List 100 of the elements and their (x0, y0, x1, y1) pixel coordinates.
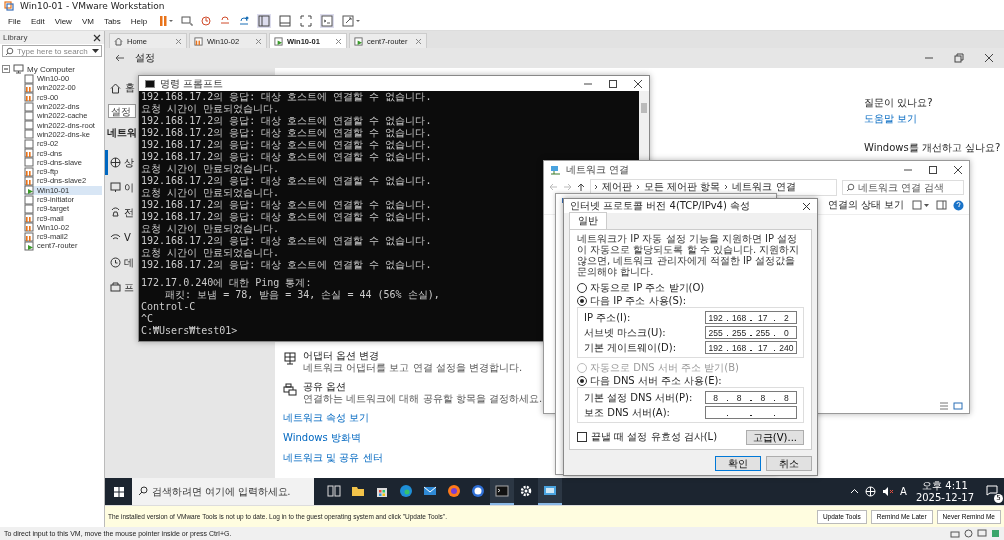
dialog-button[interactable]: 확인 (715, 456, 761, 472)
globe-icon (110, 157, 121, 169)
globe-icon[interactable] (865, 486, 877, 498)
ip-address-field[interactable] (705, 406, 797, 420)
menu-item[interactable]: View (50, 16, 76, 26)
menu-item[interactable]: File (4, 16, 25, 26)
speaker-muted-icon[interactable] (882, 486, 895, 498)
help-icon[interactable] (953, 199, 964, 211)
ip-address-field[interactable]: 192 168 17 240 (705, 341, 797, 355)
up-arrow-icon[interactable] (577, 182, 585, 192)
console-line: 192.168.17.2의 응답: 대상 호스트에 연결할 수 없습니다. (141, 115, 432, 128)
nav-item[interactable]: 홈 (125, 81, 135, 96)
option-title[interactable]: 공유 옵션 (303, 381, 543, 394)
close-icon[interactable] (984, 53, 994, 64)
start-icon[interactable] (114, 486, 124, 497)
ip-address-field[interactable]: 8 8 8 8 (705, 391, 797, 405)
back-arrow-icon[interactable] (115, 54, 125, 63)
notification-icon[interactable] (986, 485, 998, 497)
stretch-icon[interactable] (341, 14, 362, 28)
input-mode-indicator[interactable]: A (900, 486, 907, 498)
console-line: 192.168.17.2의 응답: 대상 호스트에 연결할 수 없습니다. (141, 151, 432, 164)
option-description: 네트워크 어댑터를 보고 연결 설정을 변경합니다. (303, 362, 523, 375)
terminal-icon (145, 79, 155, 88)
settings-link[interactable]: 네트워크 속성 보기 (283, 412, 370, 425)
full-screen-icon[interactable] (299, 14, 314, 28)
console-icon[interactable] (320, 14, 335, 28)
thumbnail-view-icon[interactable] (278, 14, 293, 28)
taskbar-search-field[interactable]: 검색하려면 여기에 입력하세요. (132, 478, 314, 506)
menu-item[interactable]: Help (126, 16, 152, 26)
view-options-icon[interactable] (912, 200, 930, 211)
pause-icon[interactable] (158, 15, 175, 27)
ip-address-field[interactable]: 192 168 17 2 (705, 311, 797, 325)
radio-button[interactable] (577, 375, 587, 386)
close-icon[interactable] (953, 164, 963, 175)
tree-item[interactable]: My Computer (27, 64, 75, 74)
home-icon (114, 36, 123, 46)
ip-address-field[interactable]: 255 255 255 0 (705, 326, 797, 340)
library-view-icon[interactable] (257, 14, 272, 28)
close-icon[interactable] (802, 201, 811, 211)
help-link[interactable]: 도움말 보기 (864, 113, 918, 126)
option-title[interactable]: 어댑터 옵션 변경 (303, 350, 523, 363)
search-field[interactable]: 설정 (108, 104, 136, 119)
search-field[interactable]: Type here to search (2, 45, 102, 57)
app-logo-icon (4, 1, 14, 11)
nav-item[interactable]: 전 (105, 200, 135, 226)
dialog-tab[interactable]: 일반 (569, 212, 607, 230)
dialog-button[interactable]: 취소 (766, 456, 812, 472)
send-keys-icon[interactable] (181, 15, 194, 27)
network-taskbar-icon[interactable] (538, 478, 562, 506)
close-icon[interactable] (633, 78, 643, 89)
message-icon[interactable] (991, 529, 1000, 538)
menu-item[interactable]: Tabs (99, 16, 125, 26)
library-title: Library (3, 33, 28, 42)
window-title: 명령 프롬프트 (160, 76, 224, 91)
console-line: 172.17.0.240에 대한 Ping 통계: (141, 277, 312, 290)
nav-item[interactable]: 상 (105, 150, 135, 176)
toolbar-command[interactable]: 연결의 상태 보기 (827, 198, 904, 213)
cd-icon[interactable] (964, 529, 973, 538)
console-line: 192.168.17.2의 응답: 대상 호스트에 연결할 수 없습니다. (141, 211, 432, 224)
maximize-icon[interactable] (928, 164, 938, 175)
large-icons-view-icon[interactable] (953, 402, 963, 411)
field-label: 보조 DNS 서버(A): (584, 405, 670, 420)
radio-label: 다음 DNS 서버 주소 사용(E): (590, 373, 722, 388)
snapshot-manager-icon[interactable] (238, 15, 251, 27)
console-line: 192.168.17.2의 응답: 대상 호스트에 연결할 수 없습니다. (141, 139, 432, 152)
console-line: 요청 시간이 만료되었습니다. (141, 223, 280, 236)
console-line: 192.168.17.2의 응답: 대상 호스트에 연결할 수 없습니다. (141, 199, 432, 212)
radio-button[interactable] (577, 282, 587, 293)
settings-link[interactable]: 네트워크 및 공유 센터 (283, 452, 383, 465)
search-icon (846, 182, 855, 192)
nav-item[interactable]: V (105, 225, 135, 251)
network-adapter-icon[interactable] (977, 529, 987, 538)
radio-label: 다음 IP 주소 사용(S): (590, 293, 687, 308)
menu-item[interactable]: Edit (26, 16, 49, 26)
close-icon[interactable] (93, 33, 101, 42)
computer-icon (13, 64, 24, 74)
nav-item[interactable]: 데 (105, 250, 135, 276)
preview-pane-icon[interactable] (936, 200, 947, 211)
taskbar-date[interactable]: 2025-12-17 (915, 491, 974, 504)
revert-icon[interactable] (219, 15, 232, 27)
advanced-button[interactable]: 고급(V)... (745, 429, 804, 445)
radio-button[interactable] (577, 295, 587, 306)
terminal-taskbar-icon[interactable] (490, 478, 514, 506)
restore-icon[interactable] (954, 53, 964, 64)
menu-item[interactable]: VM (77, 16, 98, 26)
settings-link[interactable]: Windows 방화벽 (283, 432, 361, 445)
radio-label: 자동으로 DNS 서버 주소 받기(B) (590, 360, 739, 375)
window-title: 네트워크 연결 (566, 162, 630, 177)
maximize-icon[interactable] (608, 78, 618, 89)
proxy-icon (110, 282, 121, 294)
nav-item[interactable]: 이 (105, 175, 135, 201)
nav-item[interactable]: 프 (105, 275, 135, 301)
console-line: 요청 시간이 만료되었습니다. (141, 103, 280, 116)
dropdown-caret-icon[interactable] (92, 49, 99, 54)
nav-heading: 네트워 (106, 126, 137, 141)
field-label: IP 주소(I): (584, 310, 631, 325)
collapse-icon[interactable] (2, 65, 10, 73)
snapshot-icon[interactable] (200, 15, 213, 27)
taskbar-time[interactable]: 오후 4:11 (922, 479, 968, 492)
checkbox[interactable] (577, 432, 587, 443)
